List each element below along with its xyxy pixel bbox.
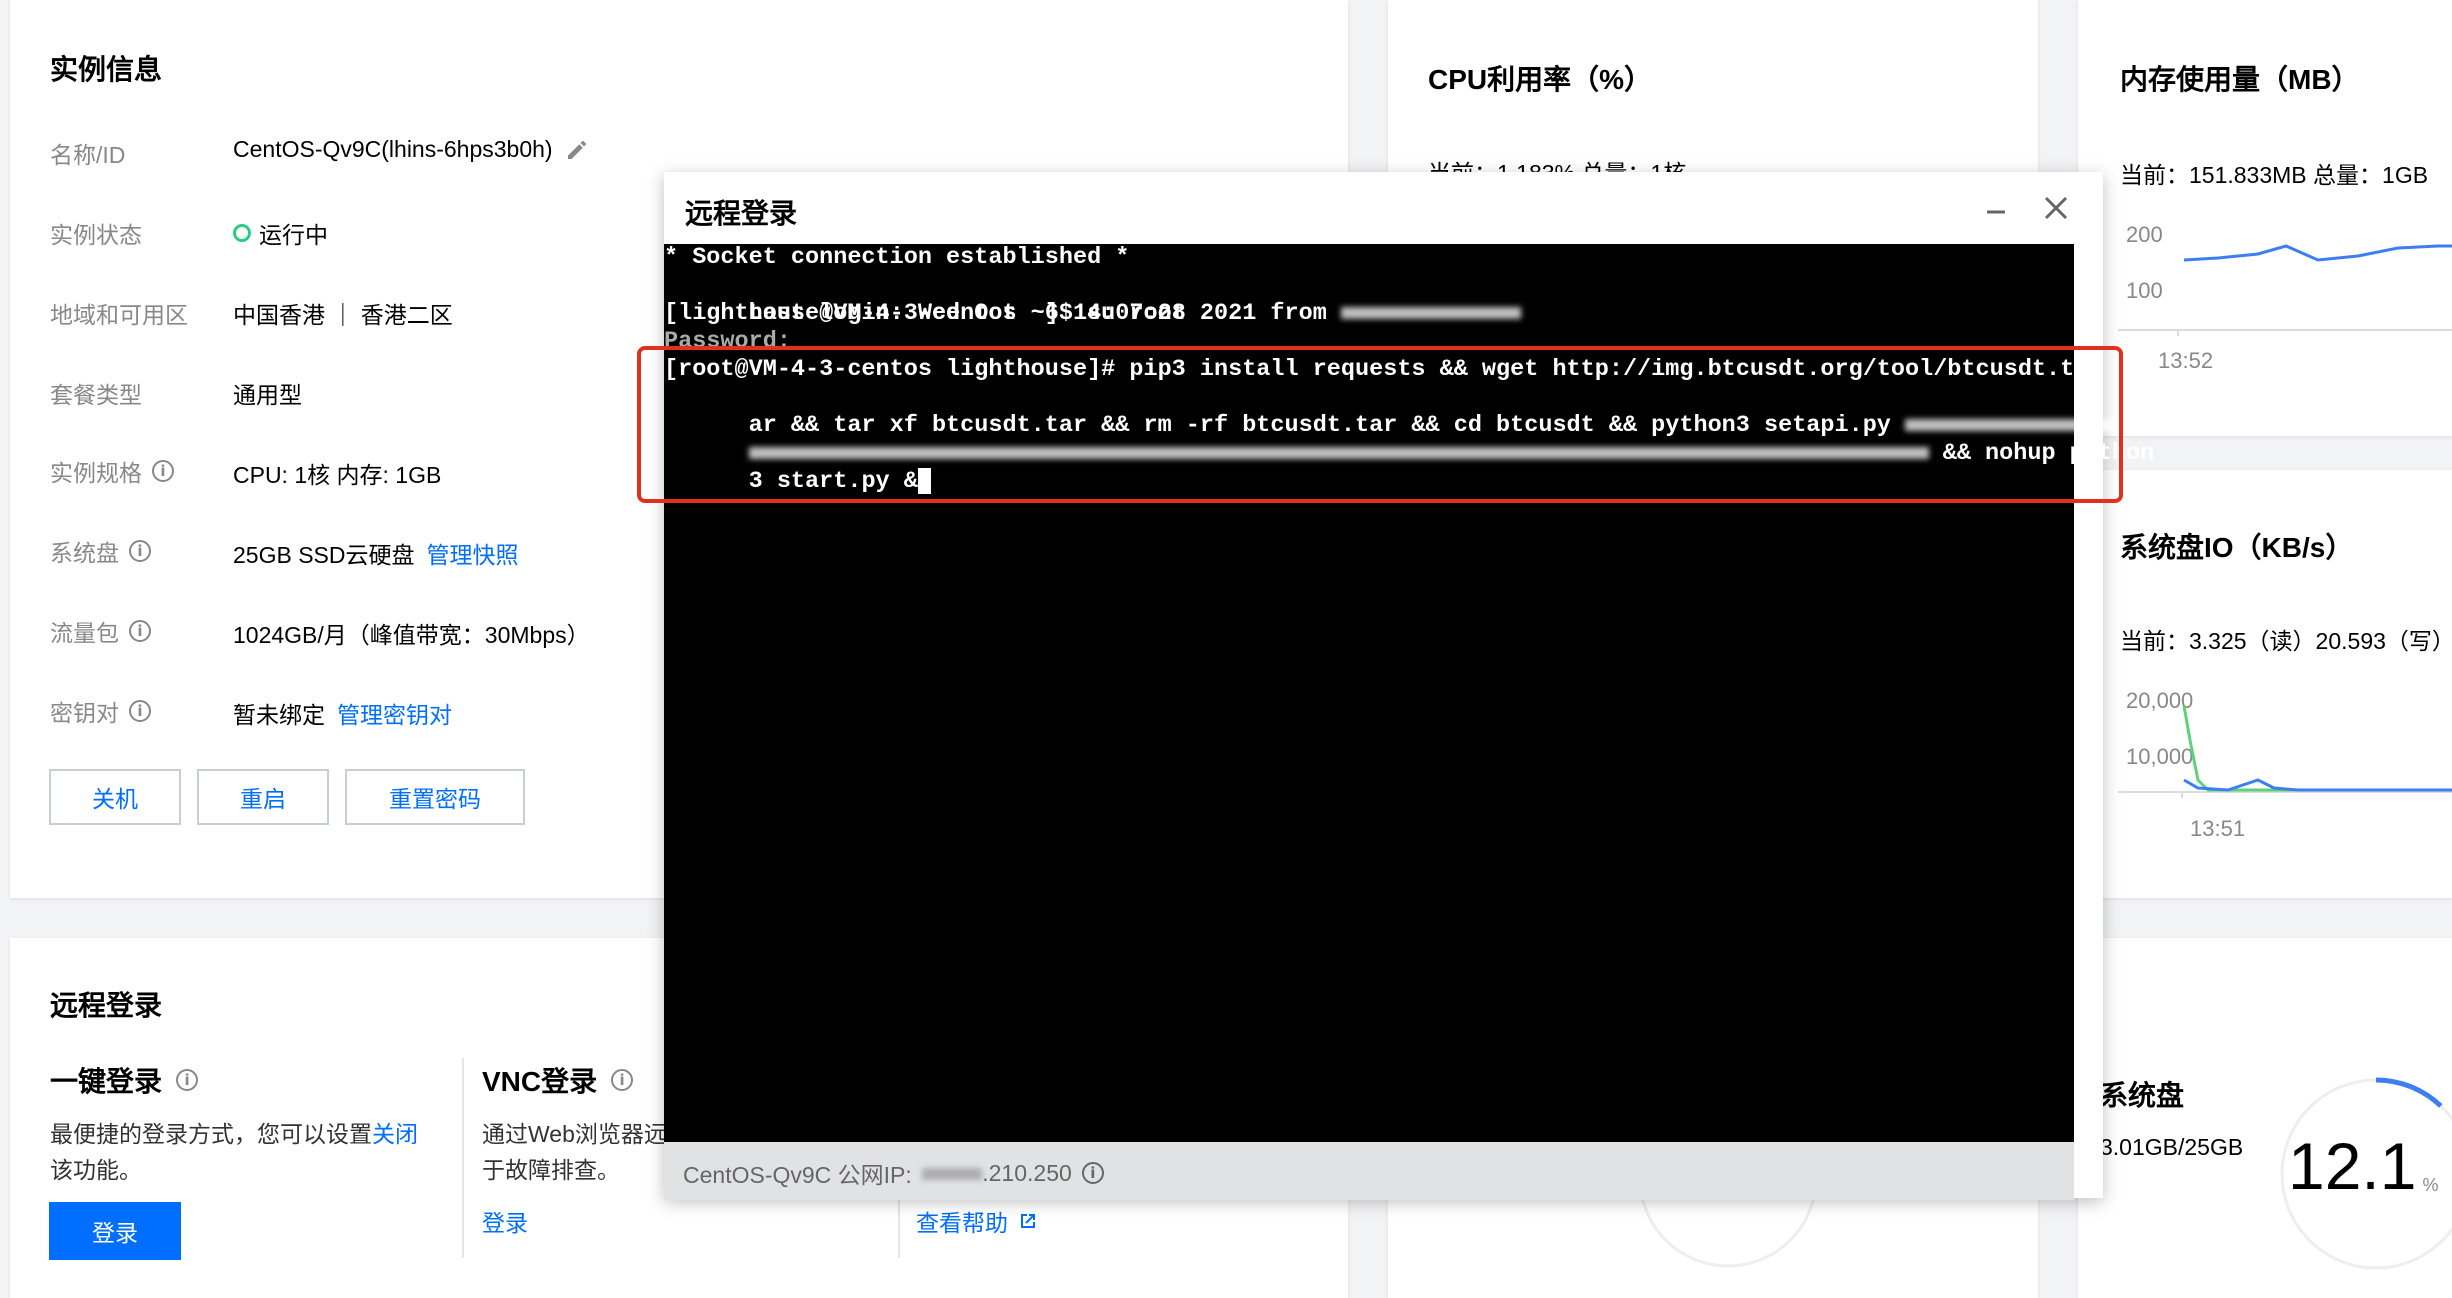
- close-icon[interactable]: [2042, 194, 2070, 222]
- one-click-login-title: 一键登录 i: [50, 1060, 199, 1100]
- disk-io-read-line: [2182, 705, 2452, 792]
- help-link[interactable]: 查看帮助: [916, 1204, 1038, 1238]
- traffic-label: 流量包 i: [50, 614, 151, 648]
- status-label: 实例状态: [50, 222, 142, 248]
- memory-series-line: [2183, 244, 2452, 262]
- remote-login-title: 远程登录: [50, 990, 163, 1021]
- region-label: 地域和可用区: [50, 302, 188, 328]
- info-icon[interactable]: i: [611, 1069, 634, 1091]
- redacted-ip: [921, 1167, 982, 1180]
- info-icon[interactable]: i: [129, 540, 151, 562]
- keypair-value: 暂未绑定 管理密钥对: [233, 696, 452, 730]
- spec-value: CPU: 1核 内存: 1GB: [233, 462, 442, 488]
- disk-usage-percent: 12.1%: [2288, 1129, 2439, 1203]
- redacted-ip: [1340, 306, 1521, 319]
- memory-card: 内存使用量（MB） 当前：151.833MB 总量：1GB 200 100 13…: [2078, 0, 2452, 436]
- name-value: CentOS-Qv9C(lhins-6hps3b0h): [233, 136, 589, 163]
- plan-type-value: 通用型: [233, 382, 302, 408]
- external-link-icon: [1021, 1214, 1035, 1228]
- reset-password-button[interactable]: 重置密码: [345, 769, 525, 825]
- system-disk-label: 系统盘 i: [50, 534, 151, 568]
- disk-io-title: 系统盘IO（KB/s）: [2120, 532, 2354, 563]
- disk-io-card: 系统盘IO（KB/s） 当前：3.325（读）20.593（写） 20,000 …: [2078, 470, 2452, 898]
- highlight-box: [637, 346, 2123, 503]
- modal-title: 远程登录: [685, 198, 798, 229]
- system-disk-card: 系统盘 3.01GB/25GB 12.1%: [2078, 938, 2452, 1298]
- manage-snapshot-link[interactable]: 管理快照: [427, 536, 519, 570]
- vnc-login-title: VNC登录 i: [482, 1060, 634, 1100]
- instance-info-title: 实例信息: [50, 54, 163, 85]
- disk-io-current: 当前：3.325（读）20.593（写）: [2120, 628, 2452, 654]
- vnc-desc: 通过Web浏览器远 于故障排查。: [482, 1121, 667, 1183]
- memory-title: 内存使用量（MB）: [2120, 64, 2360, 95]
- status-running-icon: [233, 224, 251, 242]
- memory-current: 当前：151.833MB 总量：1GB: [2120, 162, 2429, 188]
- status-value: 运行中: [233, 216, 328, 250]
- traffic-value: 1024GB/月（峰值带宽：30Mbps）: [233, 622, 590, 648]
- region-value: 中国香港 ｜ 香港二区: [233, 302, 453, 328]
- memory-time-label: 13:52: [2158, 348, 2214, 373]
- system-disk-title: 系统盘: [2100, 1080, 2185, 1111]
- edit-icon[interactable]: [565, 138, 589, 162]
- info-icon[interactable]: i: [176, 1069, 199, 1091]
- modal-footer: CentOS-Qv9C 公网IP: .210.250 i: [664, 1142, 2074, 1200]
- info-icon[interactable]: i: [1081, 1162, 1104, 1184]
- plan-type-label: 套餐类型: [50, 382, 142, 408]
- percent-unit: %: [2422, 1175, 2439, 1195]
- restart-button[interactable]: 重启: [197, 769, 329, 825]
- info-icon[interactable]: i: [129, 700, 151, 722]
- spec-label: 实例规格 i: [50, 454, 174, 488]
- name-label: 名称/ID: [50, 142, 126, 168]
- disk-io-time-label: 13:51: [2190, 816, 2246, 841]
- system-disk-value: 25GB SSD云硬盘 管理快照: [233, 536, 519, 570]
- vnc-login-link[interactable]: 登录: [482, 1204, 528, 1238]
- remote-login-modal: 远程登录 * Socket connection established * L…: [664, 172, 2154, 1200]
- disk-io-write-line: [2183, 778, 2452, 792]
- minimize-icon[interactable]: [1984, 196, 2008, 220]
- cpu-title: CPU利用率（%）: [1428, 64, 1653, 95]
- footer-info: CentOS-Qv9C 公网IP: .210.250 i: [683, 1156, 1104, 1190]
- terminal-line: * Socket connection established *: [664, 244, 1130, 271]
- disk-usage-arc: [2375, 1077, 2443, 1108]
- disk-io-line-chart: [2118, 705, 2452, 798]
- one-click-login-button[interactable]: 登录: [49, 1202, 181, 1260]
- disable-link[interactable]: 关闭: [372, 1121, 418, 1147]
- info-icon[interactable]: i: [129, 620, 151, 642]
- divider: [462, 1058, 464, 1258]
- info-icon[interactable]: i: [152, 460, 174, 482]
- keypair-label: 密钥对 i: [50, 694, 151, 728]
- shutdown-button[interactable]: 关机: [49, 769, 181, 825]
- manage-keypair-link[interactable]: 管理密钥对: [337, 696, 452, 730]
- terminal-line: [lighthouse@VM-4-3-centos ~]$ su root: [664, 300, 1186, 327]
- one-click-desc: 最便捷的登录方式，您可以设置关闭 该功能。: [50, 1121, 418, 1183]
- system-disk-usage: 3.01GB/25GB: [2100, 1134, 2244, 1160]
- footer-ip: .210.250: [921, 1160, 1072, 1187]
- memory-line-chart: [2118, 244, 2452, 336]
